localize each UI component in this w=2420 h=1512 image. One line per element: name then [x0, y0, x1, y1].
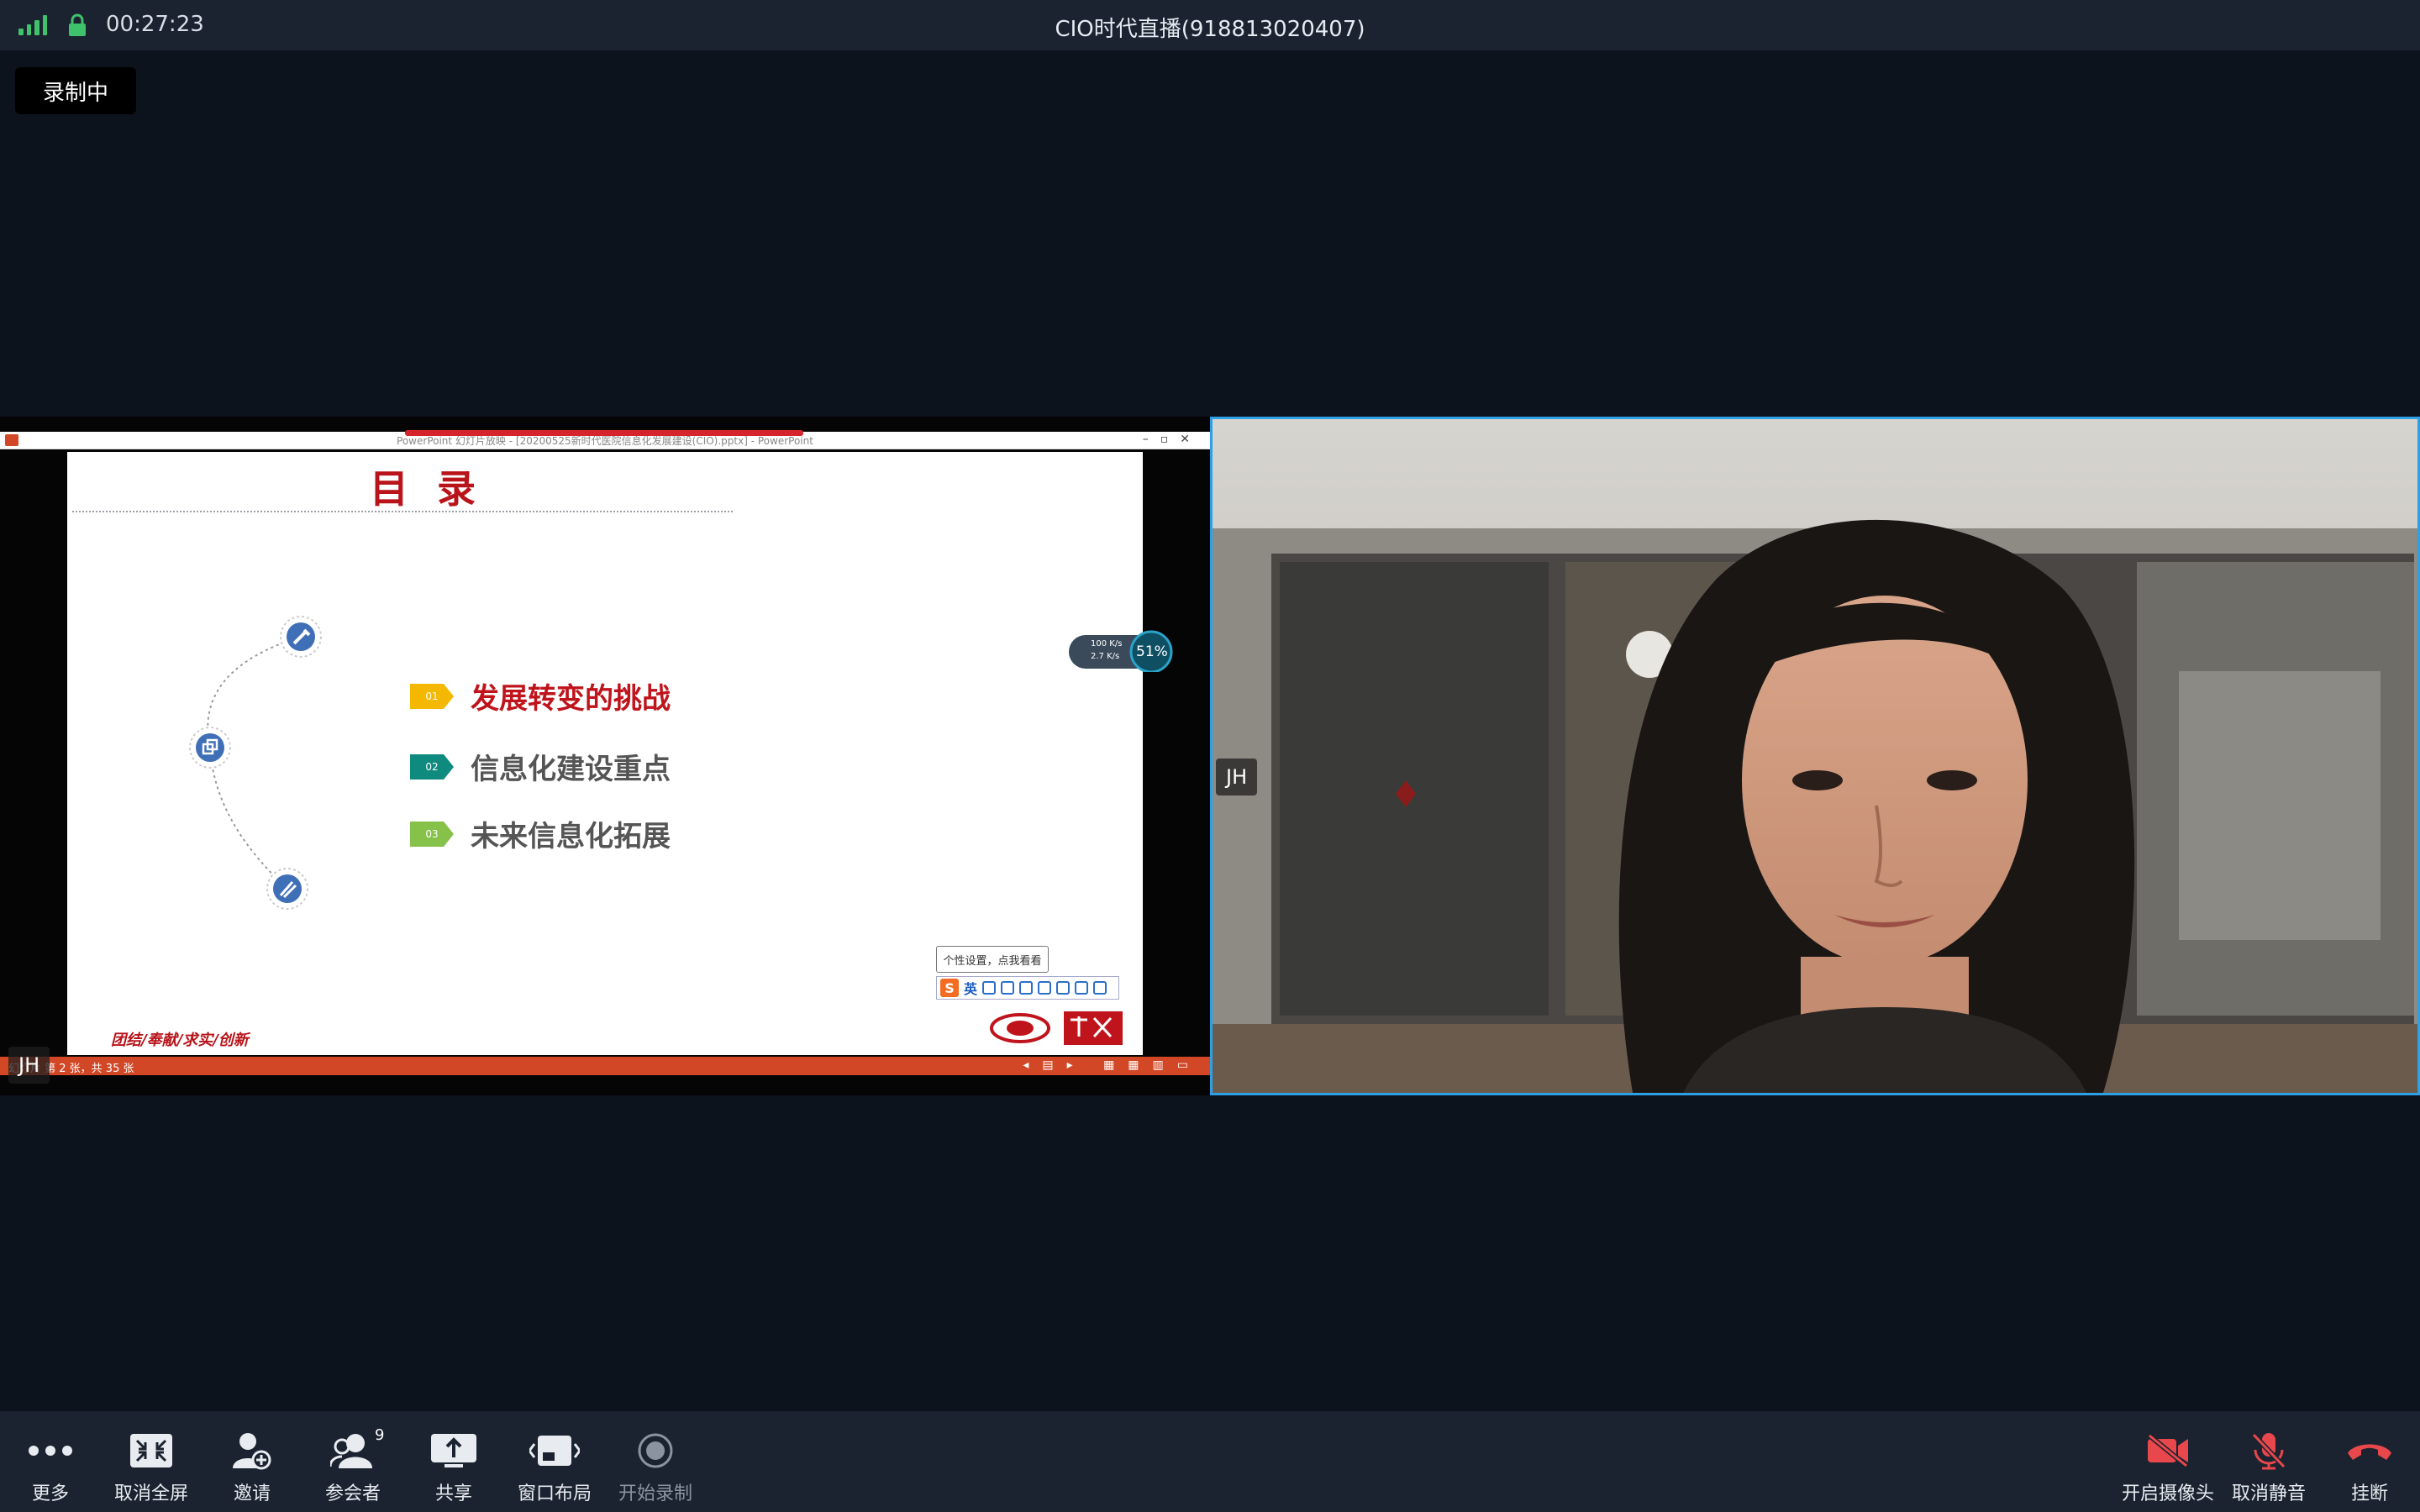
decorative-arc — [189, 616, 322, 910]
meeting-toolbar: 更多 取消全屏 邀请 9 参会者 共享 窗口布局 开始录制 开启摄像头 取消静音… — [0, 1411, 2420, 1512]
ime-toolbar: S 英 — [936, 976, 1119, 1000]
exit-fullscreen-icon — [126, 1430, 176, 1472]
participant-name-tag: JH — [8, 1047, 50, 1084]
agenda-tag-2: 02 — [410, 753, 454, 780]
more-icon — [25, 1430, 76, 1472]
download-speed: 2.7 K/s — [1091, 652, 1120, 661]
powerpoint-statusbar: 幻灯片 第 2 张，共 35 张 ◂▤▸ ▦▦▥▭ — [0, 1057, 1210, 1075]
ime-tooltip: 个性设置，点我看看 — [936, 946, 1049, 973]
ime-language: 英 — [964, 981, 978, 997]
window-controls: –▫✕ — [1142, 433, 1202, 446]
start-recording-button[interactable]: 开始录制 — [605, 1411, 706, 1512]
network-speed-widget: 100 K/s 2.7 K/s 51% — [1069, 628, 1178, 672]
ime-emoji-icon — [1001, 981, 1015, 995]
agenda-item-2: 02 信息化建设重点 — [410, 746, 671, 787]
top-bar: 00:27:23 CIO时代直播(918813020407) — [0, 0, 2420, 50]
participant-count-badge: 9 — [375, 1426, 385, 1444]
ime-user-icon — [1056, 981, 1071, 995]
layout-icon — [529, 1430, 580, 1472]
slide: 目录 01 发展转变的挑战 02 信息化建设重点 03 未来信息化拓展 团结/奉… — [67, 452, 1143, 1055]
shared-screen-pane[interactable]: PowerPoint 幻灯片放映 - [20200525新时代医院信息化发展建设… — [0, 417, 1210, 1095]
agenda-item-text: 未来信息化拓展 — [471, 820, 671, 853]
hospital-logo — [990, 1011, 1123, 1045]
sogou-icon: S — [940, 979, 959, 997]
camera-off-icon — [2143, 1430, 2193, 1472]
windows-icon — [189, 727, 231, 769]
participant-name-tag: JH — [1216, 759, 1258, 795]
participant-video[interactable]: JH — [1210, 417, 2420, 1095]
memory-percent: 51% — [1136, 643, 1168, 660]
share-indicator-bar — [405, 430, 803, 436]
ime-grid-icon — [1093, 981, 1107, 995]
ime-keyboard-icon — [1038, 981, 1052, 995]
slideshow-controls: ◂▤▸ ▦▦▥▭ — [1023, 1058, 1202, 1072]
slide-motto: 团结/奉献/求实/创新 — [111, 1032, 249, 1049]
paperclip-icon — [266, 868, 308, 910]
ime-skin-icon — [1075, 981, 1089, 995]
upload-speed: 100 K/s — [1091, 639, 1123, 648]
hangup-button[interactable]: 挂断 — [2319, 1411, 2420, 1512]
agenda-item-text: 信息化建设重点 — [471, 753, 671, 786]
mic-muted-icon — [2244, 1430, 2294, 1472]
agenda-tag-3: 03 — [410, 821, 454, 847]
agenda-item-1: 01 发展转变的挑战 — [410, 675, 671, 717]
hangup-icon — [2344, 1430, 2395, 1472]
recording-badge: 录制中 — [15, 67, 136, 114]
participants-icon — [328, 1430, 378, 1472]
tool-icon — [280, 616, 322, 658]
record-icon — [630, 1430, 681, 1472]
ime-punct-icon — [982, 981, 997, 995]
invite-icon — [227, 1430, 277, 1472]
agenda-item-text: 发展转变的挑战 — [471, 682, 671, 716]
share-icon — [429, 1430, 479, 1472]
ime-voice-icon — [1019, 981, 1034, 995]
agenda-item-3: 03 未来信息化拓展 — [410, 813, 671, 854]
webcam-feed — [1213, 419, 2417, 1093]
agenda-tag-1: 01 — [410, 683, 454, 709]
meeting-title: CIO时代直播(918813020407) — [1055, 17, 1365, 42]
